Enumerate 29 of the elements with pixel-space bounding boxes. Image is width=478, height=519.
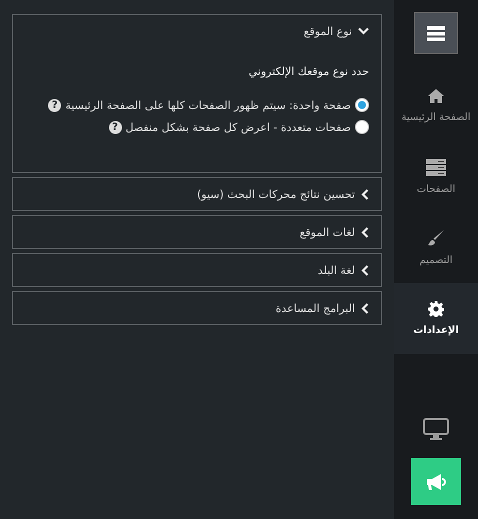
- help-icon[interactable]: ?: [48, 98, 62, 112]
- section-prompt: حدد نوع موقعك الإلكتروني: [248, 65, 369, 78]
- nav-item[interactable]: الصفحات: [394, 141, 478, 212]
- chevron-left-icon: [361, 188, 369, 200]
- home-icon: [427, 88, 445, 104]
- megaphone-icon: [425, 472, 447, 490]
- chevron-left-icon: [361, 264, 369, 276]
- gear-icon: [428, 301, 444, 317]
- menu-icon: [426, 24, 446, 42]
- server-icon: [426, 158, 446, 176]
- section-header[interactable]: البرامج المساعدة: [13, 292, 381, 324]
- nav-item[interactable]: الإعدادات: [394, 283, 478, 354]
- chevron-down-icon: [358, 27, 369, 35]
- radio-button[interactable]: [355, 120, 369, 134]
- menu-button[interactable]: [414, 12, 458, 54]
- chevron-left-icon: [361, 226, 369, 238]
- help-icon[interactable]: ?: [108, 120, 122, 134]
- option-label: صفحات متعددة - اعرض كل صفحة بشكل منفصل: [126, 120, 351, 134]
- section-header[interactable]: تحسين نتائج محركات البحث (سيو): [13, 178, 381, 210]
- radio-button[interactable]: [355, 98, 369, 112]
- option-label: صفحة واحدة: سيتم ظهور الصفحات كلها على الصفحة الرئيسية: [65, 98, 351, 112]
- chevron-left-icon: [361, 302, 369, 314]
- paintbrush-icon: [427, 229, 445, 247]
- nav-item[interactable]: الصفحة الرئيسية: [394, 70, 478, 141]
- section-header[interactable]: لغات الموقع: [13, 216, 381, 248]
- nav-item[interactable]: التصميم: [394, 212, 478, 283]
- monitor-icon[interactable]: [423, 418, 449, 440]
- section-header[interactable]: نوع الموقع: [13, 15, 381, 47]
- section-header[interactable]: لغة البلد: [13, 254, 381, 286]
